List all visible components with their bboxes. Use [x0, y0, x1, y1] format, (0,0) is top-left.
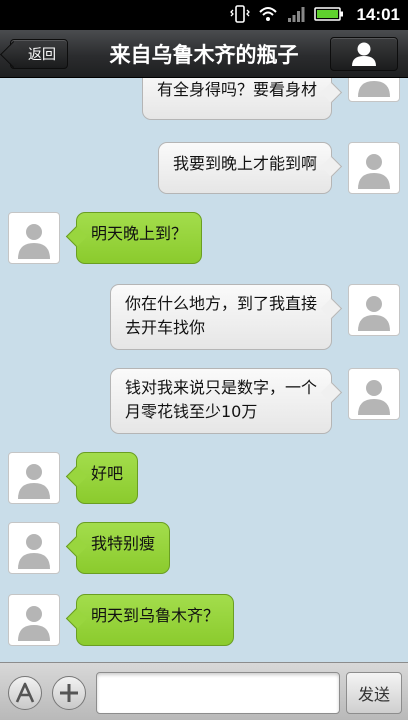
message-bubble[interactable]: 你在什么地方，到了我直接 去开车找你 — [109, 284, 332, 350]
back-button-label: 返回 — [28, 47, 56, 63]
vibrate-icon — [230, 5, 250, 23]
avatar-person-icon — [358, 296, 390, 331]
send-button[interactable]: 发送 — [346, 672, 402, 714]
font-button[interactable] — [8, 676, 42, 710]
avatar-person-icon — [18, 606, 50, 641]
avatar[interactable] — [8, 594, 60, 646]
message-bubble[interactable]: 明天到乌鲁木齐？ — [76, 594, 235, 646]
status-time: 14:01 — [356, 5, 400, 24]
avatar[interactable] — [348, 284, 400, 336]
message-bubble[interactable]: 明天晚上到？ — [76, 212, 203, 264]
avatar-person-icon — [18, 464, 50, 499]
message-text: 明天晚上到？ — [91, 224, 188, 243]
avatar-person-icon — [358, 380, 390, 415]
wifi-icon — [259, 7, 277, 21]
page-title: 来自乌鲁木齐的瓶子 — [109, 43, 299, 67]
add-button[interactable] — [52, 676, 86, 710]
message-text: 好吧 — [91, 464, 124, 483]
message-text: 钱对我来说只是数字，一个 月零花钱至少10万 — [124, 378, 317, 421]
status-bar: 14:01 — [0, 0, 408, 30]
avatar-person-icon — [358, 154, 390, 189]
person-icon — [352, 42, 376, 66]
plus-icon — [60, 684, 78, 702]
signal-icon — [288, 7, 305, 22]
status-icons — [230, 4, 344, 24]
message-bubble[interactable]: 我要到晚上才能到啊 — [157, 142, 332, 194]
avatar[interactable] — [8, 522, 60, 574]
message-text: 我要到晚上才能到啊 — [172, 154, 317, 173]
avatar[interactable] — [8, 452, 60, 504]
message-bubble[interactable]: 我特别瘦 — [76, 522, 171, 574]
input-bar: 发送 — [0, 662, 408, 720]
font-a-icon — [15, 682, 35, 703]
message-input[interactable] — [96, 672, 340, 714]
chat-area[interactable]: 有全身得吗？要看身材 我要到晚上才能到啊 明天晚上到？ 你在什么地方，到了我直接… — [0, 78, 408, 662]
battery-icon — [314, 7, 343, 21]
message-bubble[interactable]: 钱对我来说只是数字，一个 月零花钱至少10万 — [109, 368, 332, 434]
message-text: 我特别瘦 — [91, 534, 156, 553]
message-bubble[interactable]: 好吧 — [76, 452, 139, 504]
message-text: 明天到乌鲁木齐？ — [91, 606, 220, 625]
message-text: 你在什么地方，到了我直接 去开车找你 — [124, 294, 317, 337]
back-button[interactable]: 返回 — [10, 39, 68, 69]
avatar[interactable] — [348, 142, 400, 194]
avatar-person-icon — [18, 534, 50, 569]
avatar[interactable] — [348, 78, 400, 102]
profile-button[interactable] — [330, 37, 398, 71]
avatar[interactable] — [348, 368, 400, 420]
message-text: 有全身得吗？要看身材 — [156, 80, 317, 99]
avatar-person-icon — [358, 81, 390, 97]
message-bubble[interactable]: 有全身得吗？要看身材 — [141, 78, 332, 120]
avatar[interactable] — [8, 212, 60, 264]
avatar-person-icon — [18, 224, 50, 259]
title-bar: 返回 来自乌鲁木齐的瓶子 — [0, 30, 408, 78]
